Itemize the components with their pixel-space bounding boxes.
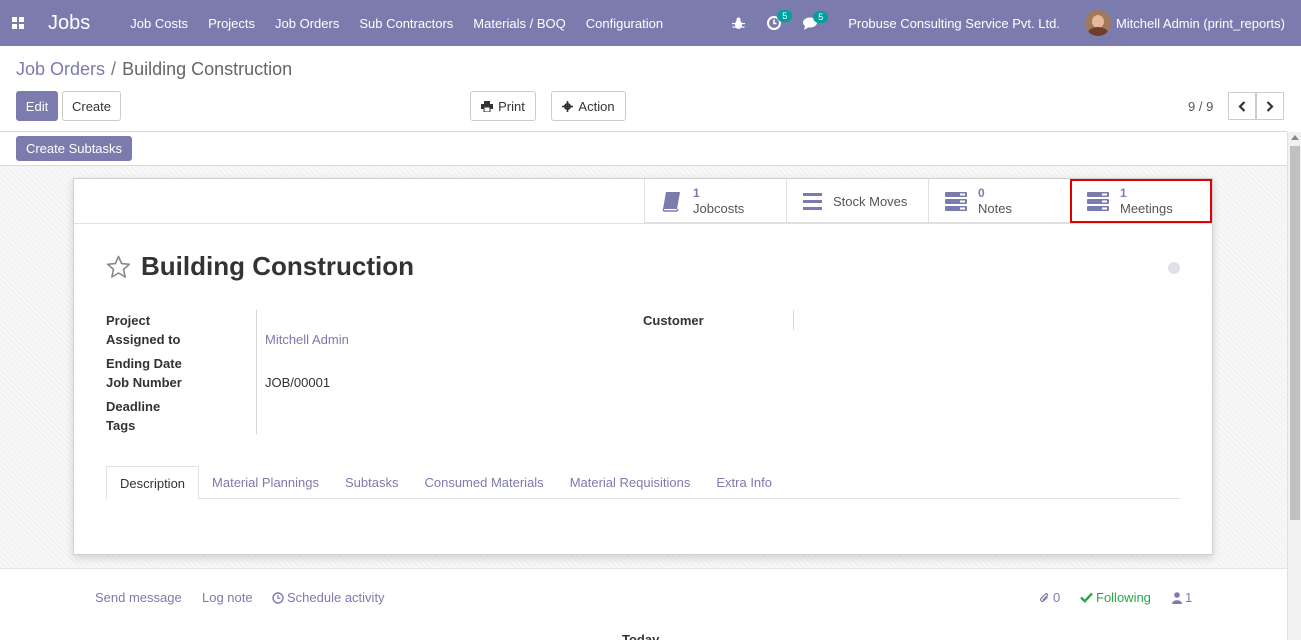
job-number-value[interactable]: JOB/00001 (265, 375, 330, 390)
pager-previous-button[interactable] (1228, 92, 1256, 120)
server-icon (945, 191, 967, 211)
notes-count: 0 (978, 186, 985, 200)
project-label: Project (106, 313, 151, 328)
following-button[interactable]: Following (1080, 590, 1151, 605)
meetings-label: Meetings (1120, 201, 1173, 216)
clock-icon (272, 591, 284, 604)
chevron-right-icon (1266, 100, 1274, 112)
notebook-tabs: Description Material Plannings Subtasks … (106, 466, 1180, 500)
company-switcher[interactable]: Probuse Consulting Service Pvt. Ltd. (848, 16, 1060, 31)
following-label: Following (1096, 590, 1151, 605)
tab-subtasks[interactable]: Subtasks (332, 466, 411, 499)
menu-job-costs[interactable]: Job Costs (130, 16, 188, 31)
user-icon (1172, 591, 1182, 604)
scrollbar-thumb[interactable] (1290, 146, 1300, 520)
breadcrumb-current: Building Construction (122, 59, 293, 79)
followers-count: 1 (1185, 590, 1193, 605)
user-menu[interactable]: Mitchell Admin (print_reports) (1116, 16, 1285, 31)
right-group-separator (793, 310, 794, 330)
check-icon (1080, 592, 1093, 603)
action-button[interactable]: Action (551, 91, 626, 121)
stock-moves-smart-button[interactable]: Stock Moves (786, 179, 928, 223)
record-title[interactable]: Building Construction (141, 251, 414, 282)
breadcrumb: Job Orders / Building Construction (16, 59, 292, 80)
schedule-activity-label: Schedule activity (287, 590, 385, 605)
control-panel-divider (0, 131, 1287, 132)
deadline-label: Deadline (106, 399, 161, 414)
action-label: Action (578, 98, 615, 114)
activity-clock-icon[interactable]: 5 (767, 10, 793, 30)
print-label: Print (498, 98, 525, 114)
server-icon (1087, 191, 1109, 211)
left-group-separator (256, 310, 257, 434)
gear-icon (562, 100, 574, 112)
print-button[interactable]: Print (470, 91, 536, 121)
paperclip-icon (1040, 592, 1049, 602)
app-name: Jobs (48, 11, 91, 34)
star-icon[interactable] (106, 255, 131, 279)
assigned-to-label: Assigned to (106, 332, 181, 347)
kanban-state-dot[interactable] (1168, 262, 1180, 274)
print-icon (481, 100, 494, 112)
stock-moves-label: Stock Moves (833, 193, 908, 209)
today-separator: Today (622, 632, 660, 640)
menu-sub-contractors[interactable]: Sub Contractors (359, 16, 453, 31)
jobcosts-count: 1 (693, 186, 700, 200)
log-note-button[interactable]: Log note (202, 590, 253, 605)
meetings-count: 1 (1120, 186, 1127, 200)
top-navbar: Jobs Job Costs Projects Job Orders Sub C… (0, 0, 1301, 46)
job-number-label: Job Number (106, 375, 182, 390)
pager-value[interactable]: 9 / 9 (1188, 99, 1213, 114)
schedule-activity-button[interactable]: Schedule activity (272, 590, 385, 605)
bars-icon (803, 192, 822, 210)
tab-consumed-materials[interactable]: Consumed Materials (411, 466, 556, 499)
create-subtasks-button[interactable]: Create Subtasks (16, 136, 132, 161)
scroll-up-icon[interactable] (1291, 135, 1299, 140)
book-icon (662, 191, 680, 212)
breadcrumb-separator: / (111, 59, 117, 79)
create-button[interactable]: Create (62, 91, 121, 121)
menu-projects[interactable]: Projects (208, 16, 255, 31)
ending-date-label: Ending Date (106, 356, 182, 371)
menu-materials-boq[interactable]: Materials / BOQ (473, 16, 565, 31)
tab-description[interactable]: Description (106, 466, 200, 500)
chevron-left-icon (1238, 100, 1246, 112)
messages-badge: 5 (813, 10, 829, 23)
jobcosts-smart-button[interactable]: 1 Jobcosts (644, 179, 786, 223)
record-title-row: Building Construction (106, 251, 414, 282)
send-message-button[interactable]: Send message (95, 590, 182, 605)
button-box-divider (74, 223, 1213, 224)
page-scrollbar[interactable] (1287, 132, 1301, 640)
tags-label: Tags (106, 418, 136, 433)
notes-smart-button[interactable]: 0 Notes (928, 179, 1070, 223)
menu-configuration[interactable]: Configuration (586, 16, 663, 31)
user-avatar[interactable] (1084, 10, 1111, 36)
messages-comments-icon[interactable]: 5 (803, 10, 829, 30)
activity-badge: 5 (777, 10, 793, 22)
tab-extra-info[interactable]: Extra Info (703, 466, 785, 499)
notes-label: Notes (978, 201, 1012, 216)
navbar-systray: 5 5 Probuse Consulting Service Pvt. Ltd.… (710, 0, 1285, 46)
menu-job-orders[interactable]: Job Orders (275, 16, 339, 31)
customer-label: Customer (643, 313, 704, 328)
assigned-to-value[interactable]: Mitchell Admin (265, 332, 349, 347)
apps-menu-icon[interactable] (2, 0, 34, 46)
followers-button[interactable]: 1 (1172, 590, 1192, 605)
jobcosts-label: Jobcosts (693, 201, 745, 216)
pager-next-button[interactable] (1256, 92, 1284, 120)
debug-bug-icon[interactable] (732, 17, 746, 30)
chatter-divider (0, 568, 1287, 569)
edit-button[interactable]: Edit (16, 91, 58, 121)
form-sheet: 1 Jobcosts Stock Moves 0 Notes 1 Meeting… (73, 178, 1213, 555)
attachments-count: 0 (1053, 590, 1061, 605)
breadcrumb-job-orders[interactable]: Job Orders (16, 59, 105, 79)
meetings-smart-button[interactable]: 1 Meetings (1070, 179, 1212, 223)
tab-material-requisitions[interactable]: Material Requisitions (557, 466, 704, 499)
smart-button-box: 1 Jobcosts Stock Moves 0 Notes 1 Meeting… (644, 179, 1213, 223)
attachments-button[interactable]: 0 (1039, 590, 1060, 605)
tab-material-plannings[interactable]: Material Plannings (199, 466, 332, 499)
